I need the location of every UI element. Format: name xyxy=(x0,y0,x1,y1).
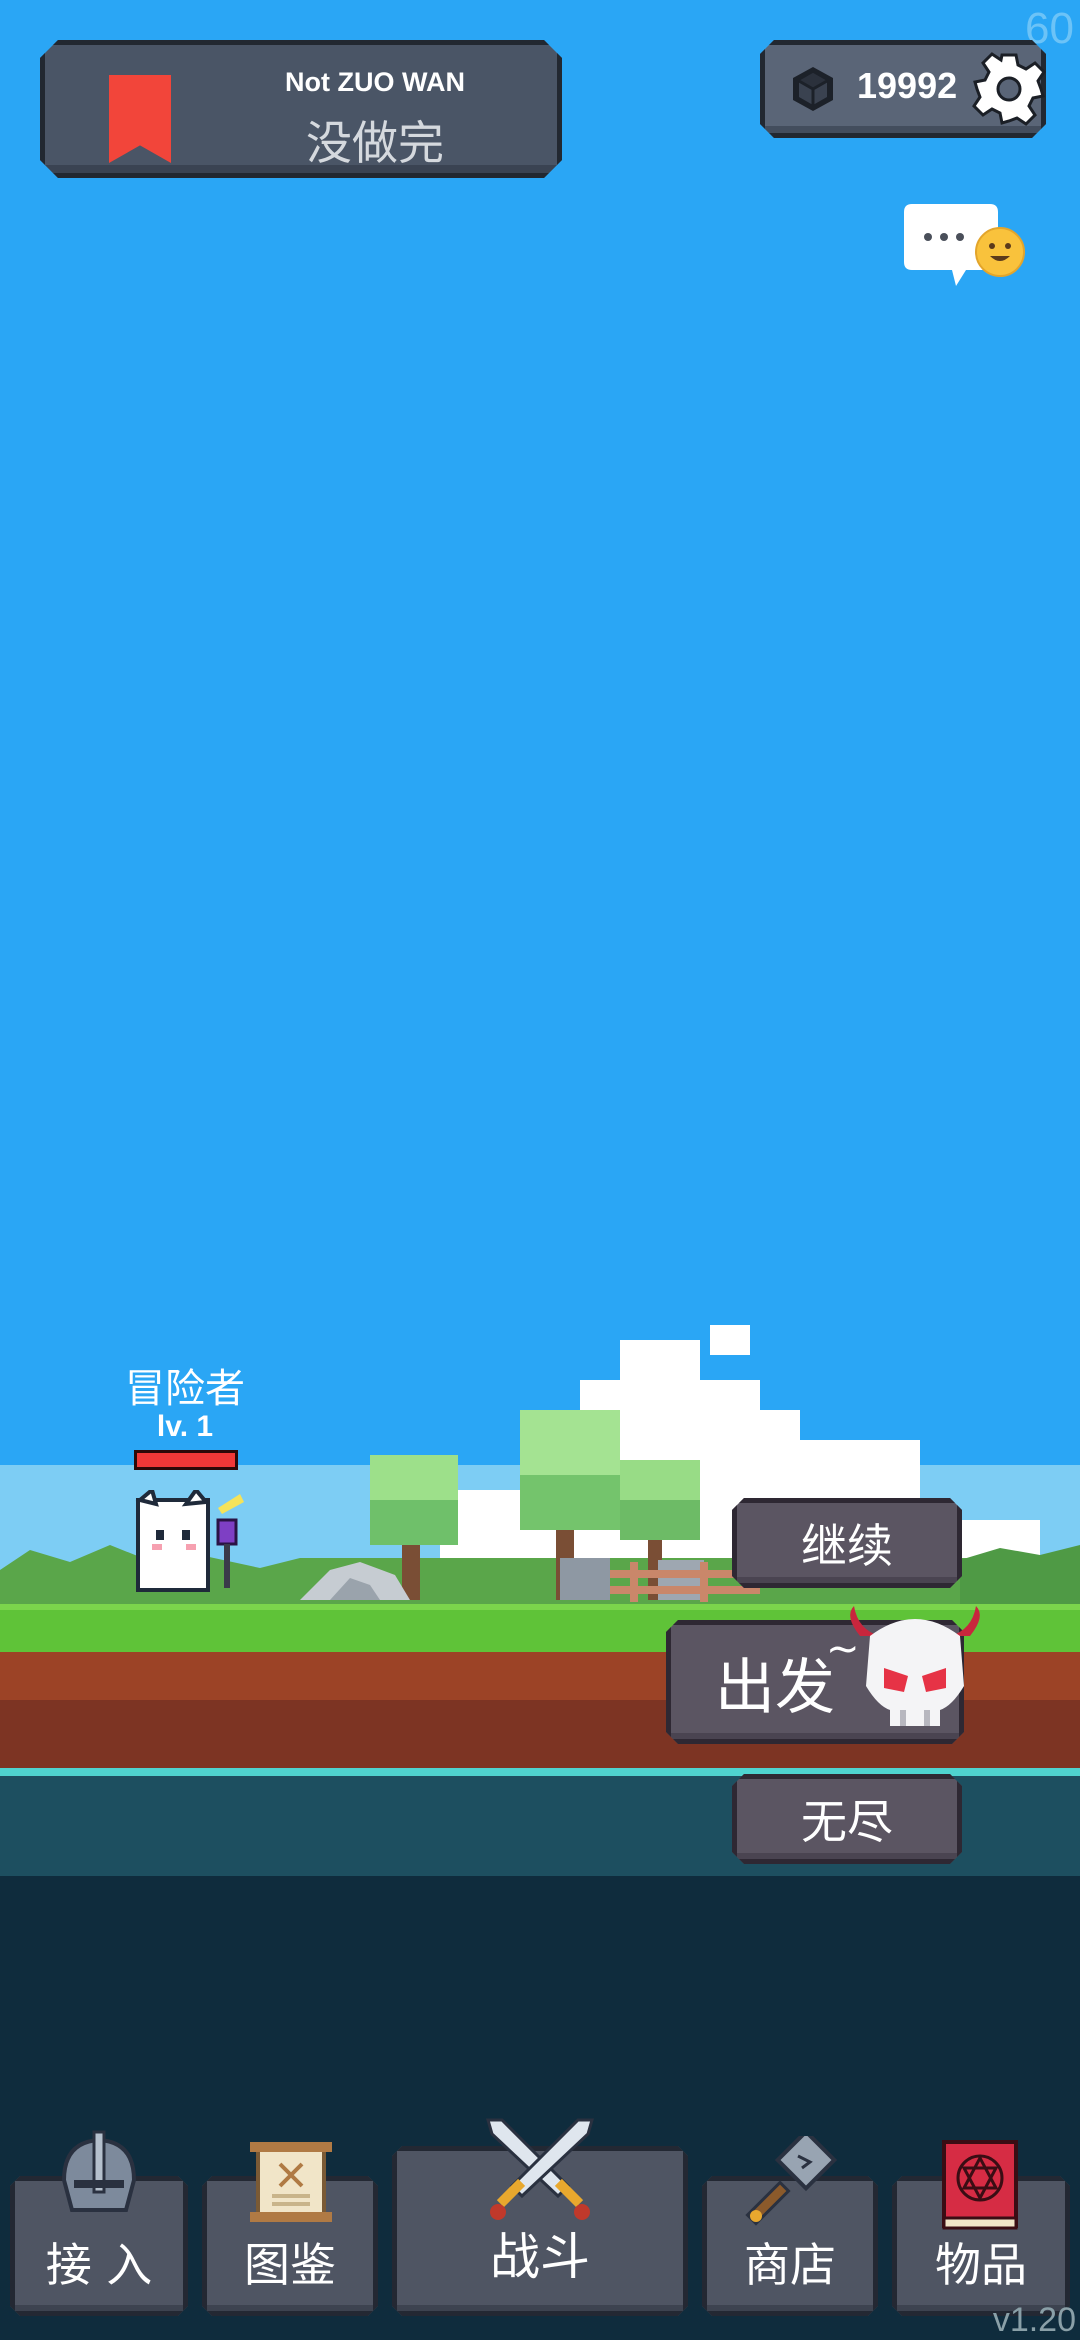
spellbook-icon xyxy=(942,2140,1018,2230)
scroll-icon xyxy=(250,2142,332,2222)
demon-skull-icon xyxy=(850,1606,980,1726)
gem-icon xyxy=(789,65,837,113)
gear-icon[interactable] xyxy=(969,49,1049,129)
crossed-swords-icon xyxy=(486,2118,594,2220)
nav-shop-label: 商店 xyxy=(744,2238,836,2292)
version-label: v1.20 xyxy=(992,2301,1076,2339)
hero-cat-sprite[interactable] xyxy=(132,1490,252,1600)
hero-level: lv. 1 xyxy=(156,1410,214,1443)
quest-banner[interactable]: Not ZUO WAN 没做完 xyxy=(40,40,562,178)
helmet-icon xyxy=(61,2130,137,2212)
endless-button[interactable]: 无尽 xyxy=(732,1774,962,1864)
nav-join-label: 接 入 xyxy=(45,2238,153,2292)
bookmark-icon xyxy=(109,75,171,163)
continue-button[interactable]: 继续 xyxy=(732,1498,962,1588)
nav-battle-label: 战斗 xyxy=(490,2228,590,2286)
hero-hp-bar xyxy=(134,1450,238,1470)
currency-panel: 19992 xyxy=(760,40,1046,138)
banner-title: 没做完 xyxy=(306,116,444,170)
currency-value: 19992 xyxy=(857,65,958,106)
hero-name: 冒险者 xyxy=(125,1366,245,1412)
nav-items-label: 物品 xyxy=(935,2238,1027,2292)
banner-subtitle: Not ZUO WAN xyxy=(285,67,465,97)
depart-label: 出发 xyxy=(715,1652,835,1723)
nav-codex-label: 图鉴 xyxy=(244,2238,336,2292)
hero-hp-fill xyxy=(137,1453,235,1467)
hammer-icon xyxy=(745,2136,838,2226)
chat-bubble-icon[interactable] xyxy=(902,200,1032,290)
